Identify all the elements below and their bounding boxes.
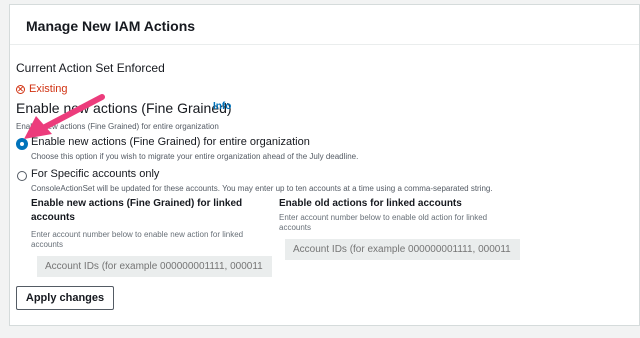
linked-old-actions-description: Enter account number below to enable old… <box>279 213 488 232</box>
status-existing: Existing <box>16 83 68 95</box>
linked-new-actions-title: Enable new actions (Fine Grained) for li… <box>31 198 243 223</box>
option-entire-organization-description: Choose this option if you wish to migrat… <box>31 152 359 161</box>
manage-iam-actions-panel: Manage New IAM Actions <box>9 4 640 326</box>
option-entire-organization-label[interactable]: Enable new actions (Fine Grained) for en… <box>31 136 310 148</box>
enable-new-actions-heading: Enable new actions (Fine Grained) <box>16 100 232 116</box>
option-specific-accounts-label[interactable]: For Specific accounts only <box>31 168 159 180</box>
apply-changes-button[interactable]: Apply changes <box>16 286 114 310</box>
linked-old-accounts-input[interactable] <box>285 239 520 260</box>
radio-entire-organization[interactable] <box>17 139 27 149</box>
panel-header: Manage New IAM Actions <box>10 5 639 45</box>
error-circle-icon <box>16 84 25 94</box>
linked-new-accounts-input[interactable] <box>37 256 272 277</box>
option-specific-accounts-description: ConsoleActionSet will be updated for the… <box>31 184 493 193</box>
enable-new-actions-description: Enable new actions (Fine Grained) for en… <box>16 122 219 131</box>
info-link[interactable]: Info <box>213 101 231 112</box>
status-text: Existing <box>29 83 68 95</box>
linked-new-actions-description: Enter account number below to enable new… <box>31 230 244 249</box>
linked-old-actions-title: Enable old actions for linked accounts <box>279 198 462 209</box>
panel-title: Manage New IAM Actions <box>26 18 196 34</box>
current-action-set-title: Current Action Set Enforced <box>16 61 165 75</box>
radio-specific-accounts[interactable] <box>17 171 27 181</box>
